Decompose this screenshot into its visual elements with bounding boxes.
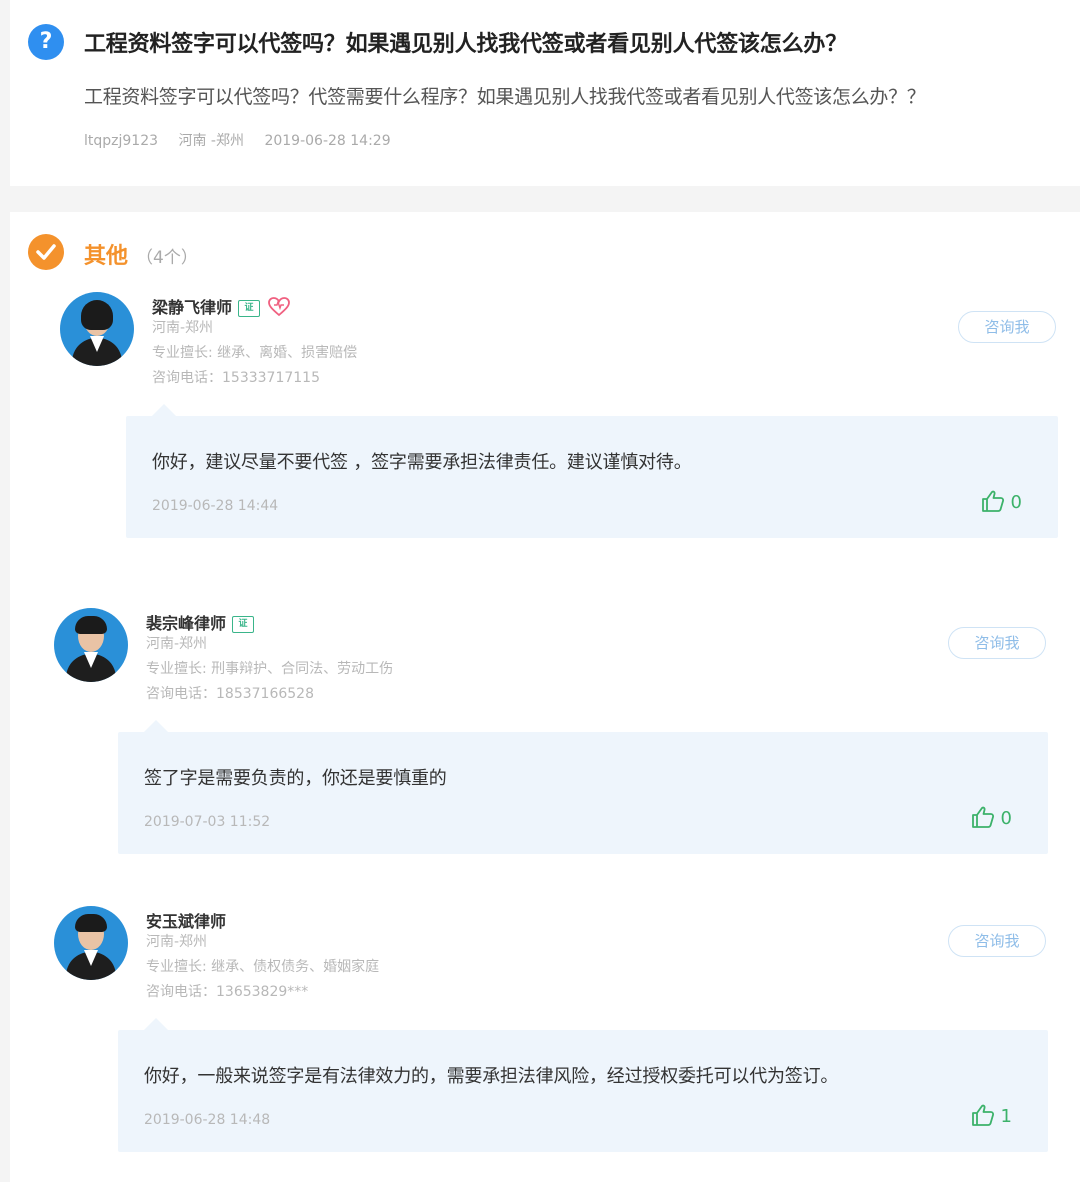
lawyer-specialty: 专业擅长: 继承、离婚、损害赔偿 bbox=[152, 345, 358, 361]
answer-time: 2019-06-28 14:48 bbox=[144, 1112, 271, 1128]
section-count: （4个） bbox=[136, 248, 198, 268]
answer-bubble: 签了字是需要负责的，你还是要慎重的 2019-07-03 11:52 0 bbox=[118, 720, 1048, 854]
consult-button[interactable]: 咨询我 bbox=[948, 925, 1046, 957]
lawyer-name-text[interactable]: 安玉斌律师 bbox=[146, 912, 226, 931]
lawyer-name[interactable]: 裴宗峰律师证 bbox=[146, 610, 255, 634]
section-title: 其他 bbox=[84, 244, 129, 269]
avatar[interactable] bbox=[54, 906, 128, 980]
consult-button[interactable]: 咨询我 bbox=[958, 311, 1056, 343]
lawyer-phone: 咨询电话：18537166528 bbox=[146, 686, 314, 702]
certified-badge-icon: 证 bbox=[238, 300, 261, 317]
lawyer-location: 河南-郑州 bbox=[146, 934, 208, 950]
question-description: 工程资料签字可以代签吗？代签需要什么程序？如果遇见别人找我代签或者看见别人代签该… bbox=[84, 86, 926, 108]
answer-time: 2019-06-28 14:44 bbox=[152, 498, 279, 514]
like-button[interactable]: 0 bbox=[981, 490, 1022, 513]
consult-button[interactable]: 咨询我 bbox=[948, 627, 1046, 659]
answer-bubble: 你好，建议尽量不要代签 ，签字需要承担法律责任。建议谨慎对待。 2019-06-… bbox=[126, 404, 1058, 538]
question-user[interactable]: ltqpzj9123 bbox=[84, 133, 158, 149]
question-location: 河南 -郑州 bbox=[178, 133, 244, 149]
question-title: 工程资料签字可以代签吗？如果遇见别人找我代签或者看见别人代签该怎么办？ bbox=[84, 32, 848, 57]
thumbs-up-icon bbox=[971, 1104, 994, 1126]
lawyer-phone: 咨询电话：15333717115 bbox=[152, 370, 320, 386]
question-time: 2019-06-28 14:29 bbox=[264, 133, 391, 149]
thumbs-up-icon bbox=[981, 490, 1004, 512]
question-meta: ltqpzj9123 河南 -郑州 2019-06-28 14:29 bbox=[84, 130, 407, 150]
lawyer-name-text[interactable]: 裴宗峰律师 bbox=[146, 614, 226, 633]
answer-text: 签了字是需要负责的，你还是要慎重的 bbox=[144, 768, 447, 789]
answer-bubble: 你好，一般来说签字是有法律效力的，需要承担法律风险，经过授权委托可以代为签订。 … bbox=[118, 1018, 1048, 1152]
lawyer-info: 河南-郑州 专业擅长: 继承、离婚、损害赔偿 咨询电话：15333717115 bbox=[152, 316, 357, 391]
like-button[interactable]: 1 bbox=[971, 1104, 1012, 1127]
answer-time: 2019-07-03 11:52 bbox=[144, 814, 271, 830]
answer-text: 你好，一般来说签字是有法律效力的，需要承担法律风险，经过授权委托可以代为签订。 bbox=[144, 1066, 839, 1087]
thumbs-up-icon bbox=[971, 806, 994, 828]
lawyer-specialty: 专业擅长: 继承、债权债务、婚姻家庭 bbox=[146, 959, 380, 975]
lawyer-phone: 咨询电话：13653829*** bbox=[146, 984, 309, 1000]
lawyer-name-text[interactable]: 梁静飞律师 bbox=[152, 298, 232, 317]
answers-card: 其他 （4个） 梁静飞律师证 河南-郑州 专业擅长: 继承、离婚、损害赔偿 咨询… bbox=[10, 212, 1080, 1182]
like-button[interactable]: 0 bbox=[971, 806, 1012, 829]
avatar[interactable] bbox=[60, 292, 134, 366]
like-count: 0 bbox=[1000, 808, 1012, 829]
answer-text: 你好，建议尽量不要代签 ，签字需要承担法律责任。建议谨慎对待。 bbox=[152, 452, 692, 473]
lawyer-specialty: 专业擅长: 刑事辩护、合同法、劳动工伤 bbox=[146, 661, 394, 677]
lawyer-location: 河南-郑州 bbox=[146, 636, 208, 652]
like-count: 1 bbox=[1000, 1106, 1012, 1127]
question-card: ? 工程资料签字可以代签吗？如果遇见别人找我代签或者看见别人代签该怎么办？ 工程… bbox=[10, 0, 1080, 186]
check-icon bbox=[28, 234, 64, 270]
avatar[interactable] bbox=[54, 608, 128, 682]
lawyer-name[interactable]: 安玉斌律师 bbox=[146, 908, 226, 932]
lawyer-location: 河南-郑州 bbox=[152, 320, 214, 336]
certified-badge-icon: 证 bbox=[232, 616, 255, 633]
lawyer-info: 河南-郑州 专业擅长: 刑事辩护、合同法、劳动工伤 咨询电话：185371665… bbox=[146, 632, 393, 707]
lawyer-info: 河南-郑州 专业擅长: 继承、债权债务、婚姻家庭 咨询电话：13653829**… bbox=[146, 930, 379, 1005]
question-icon: ? bbox=[28, 24, 64, 60]
like-count: 0 bbox=[1010, 492, 1022, 513]
